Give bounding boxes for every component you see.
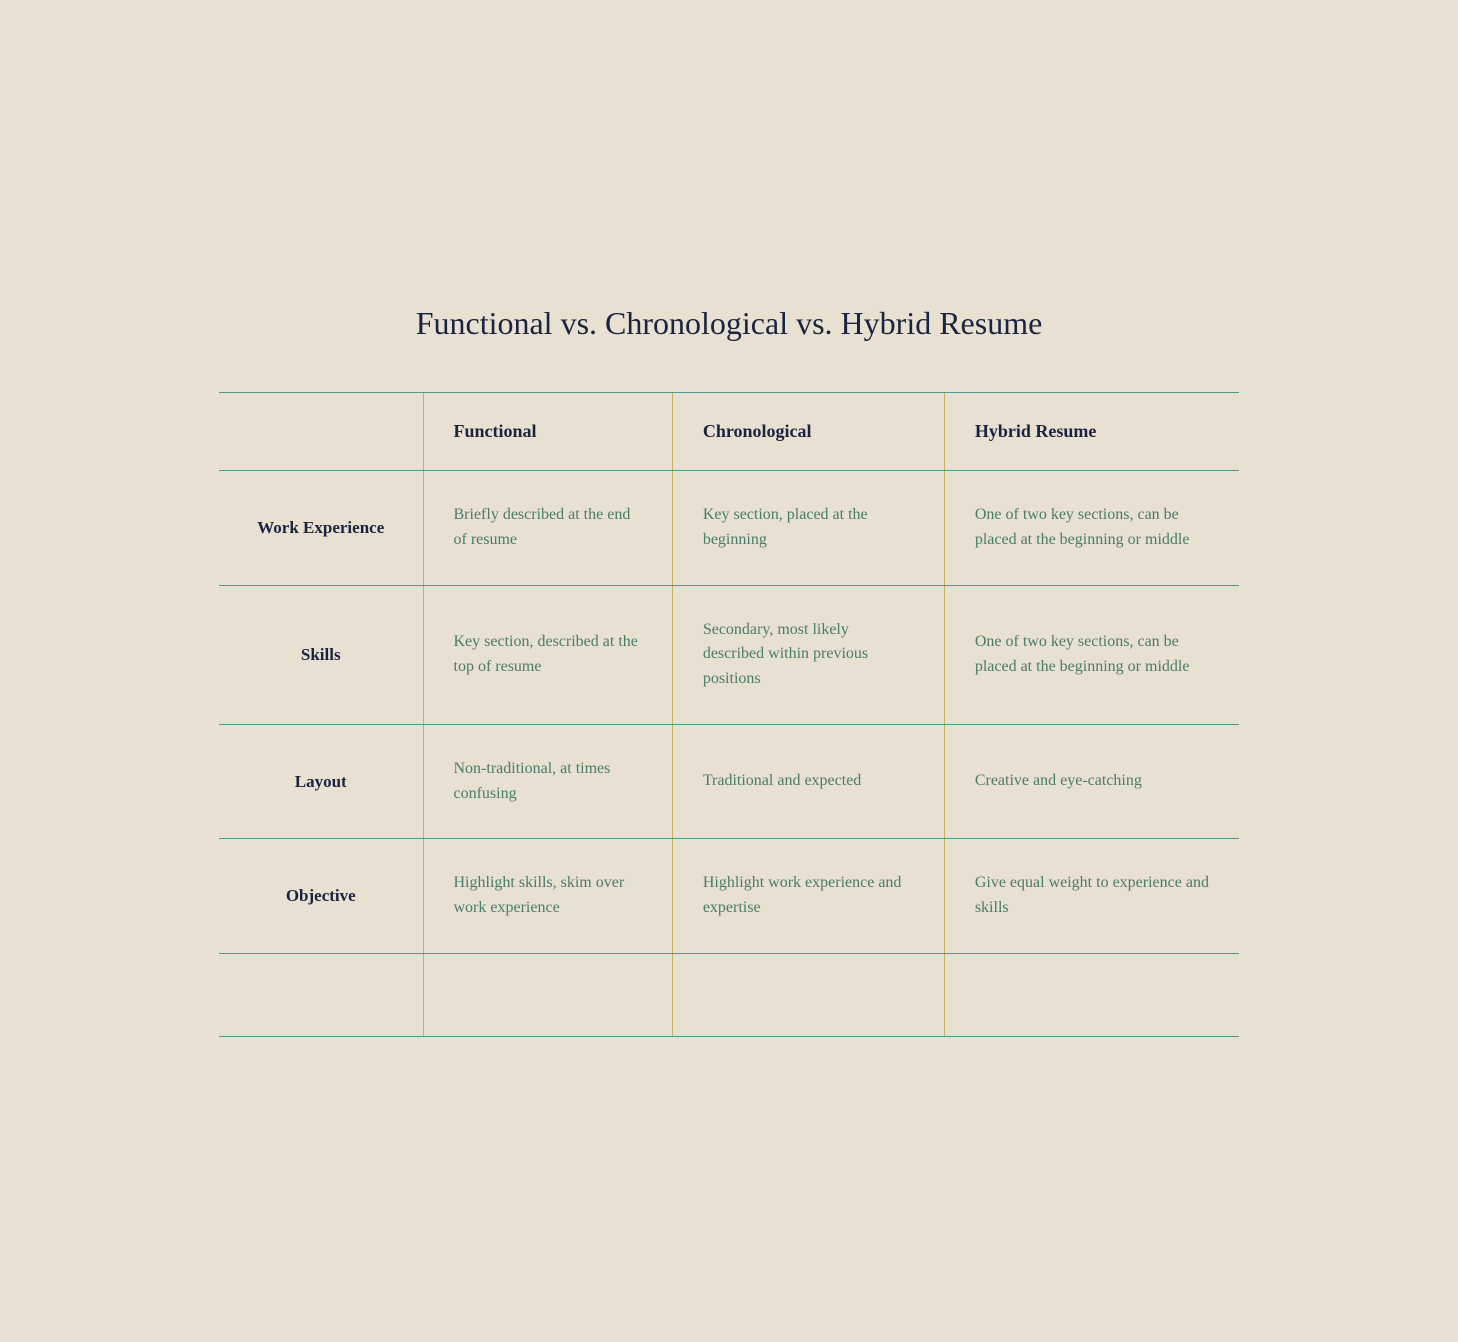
row-label-1: Skills bbox=[219, 585, 423, 724]
header-hybrid: Hybrid Resume bbox=[944, 392, 1239, 470]
cell-hybrid-3: Give equal weight to experience and skil… bbox=[944, 839, 1239, 954]
table-row: ObjectiveHighlight skills, skim over wor… bbox=[219, 839, 1239, 954]
cell-chronological-3: Highlight work experience and expertise bbox=[672, 839, 944, 954]
empty-cell-3 bbox=[944, 954, 1239, 1037]
empty-cell-2 bbox=[672, 954, 944, 1037]
table-row: SkillsKey section, described at the top … bbox=[219, 585, 1239, 724]
empty-cell-1 bbox=[423, 954, 672, 1037]
cell-hybrid-0: One of two key sections, can be placed a… bbox=[944, 470, 1239, 585]
header-chronological: Chronological bbox=[672, 392, 944, 470]
row-label-0: Work Experience bbox=[219, 470, 423, 585]
cell-functional-1: Key section, described at the top of res… bbox=[423, 585, 672, 724]
cell-chronological-2: Traditional and expected bbox=[672, 724, 944, 839]
empty-row bbox=[219, 954, 1239, 1037]
cell-functional-3: Highlight skills, skim over work experie… bbox=[423, 839, 672, 954]
cell-hybrid-1: One of two key sections, can be placed a… bbox=[944, 585, 1239, 724]
row-label-3: Objective bbox=[219, 839, 423, 954]
empty-cell-0 bbox=[219, 954, 423, 1037]
cell-functional-0: Briefly described at the end of resume bbox=[423, 470, 672, 585]
table-row: Work ExperienceBriefly described at the … bbox=[219, 470, 1239, 585]
header-functional: Functional bbox=[423, 392, 672, 470]
header-empty bbox=[219, 392, 423, 470]
table-row: LayoutNon-traditional, at times confusin… bbox=[219, 724, 1239, 839]
cell-chronological-1: Secondary, most likely described within … bbox=[672, 585, 944, 724]
comparison-table: Functional Chronological Hybrid Resume W… bbox=[219, 392, 1239, 1037]
cell-chronological-0: Key section, placed at the beginning bbox=[672, 470, 944, 585]
page-title: Functional vs. Chronological vs. Hybrid … bbox=[219, 305, 1239, 342]
page-container: Functional vs. Chronological vs. Hybrid … bbox=[179, 245, 1279, 1097]
cell-hybrid-2: Creative and eye-catching bbox=[944, 724, 1239, 839]
row-label-2: Layout bbox=[219, 724, 423, 839]
cell-functional-2: Non-traditional, at times confusing bbox=[423, 724, 672, 839]
